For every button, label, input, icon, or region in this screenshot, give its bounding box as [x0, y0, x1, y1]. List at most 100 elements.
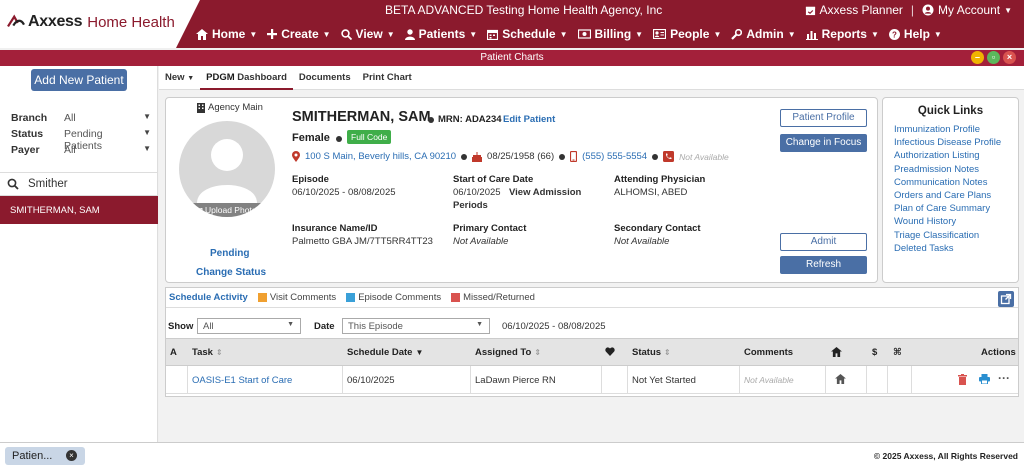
soc-label: Start of Care Date — [453, 174, 534, 185]
maximize-button[interactable]: ▫ — [987, 51, 1000, 64]
birthday-cake-icon — [472, 151, 483, 162]
col-attachment[interactable]: ⌘ — [893, 347, 902, 358]
col-assigned-to[interactable]: Assigned To ⇕ — [475, 347, 541, 358]
map-pin-icon — [292, 151, 300, 162]
secondary-contact-label: Secondary Contact — [614, 223, 701, 234]
search-icon — [340, 28, 352, 40]
cell-divider — [866, 366, 867, 394]
col-home[interactable] — [831, 347, 842, 360]
col-a[interactable]: A — [170, 347, 177, 358]
separator-dot — [428, 117, 434, 123]
quick-link[interactable]: Immunization Profile — [894, 123, 1018, 136]
quick-links-list: Immunization Profile Infectious Disease … — [894, 123, 1018, 255]
branch-filter[interactable]: Branch All ▼ — [11, 112, 151, 124]
assigned-to: LaDawn Pierce RN — [475, 375, 556, 386]
refresh-button[interactable]: Refresh — [780, 256, 867, 274]
tab-pdgm-dashboard[interactable]: PDGM Dashboard — [200, 66, 293, 90]
nav-schedule[interactable]: Schedule ▼ — [483, 25, 571, 43]
close-tab-icon[interactable]: × — [66, 450, 77, 461]
search-icon — [7, 178, 19, 190]
search-input[interactable]: Smither — [28, 178, 68, 190]
close-button[interactable]: × — [1003, 51, 1016, 64]
separator: | — [910, 3, 915, 17]
schedule-date: 06/10/2025 — [347, 375, 395, 386]
address-link[interactable]: 100 S Main, Beverly hills, CA 90210 — [305, 151, 456, 162]
nav-view[interactable]: View ▼ — [337, 25, 399, 43]
quick-link[interactable]: Deleted Tasks — [894, 242, 1018, 255]
add-new-patient-button[interactable]: Add New Patient — [31, 69, 127, 91]
quick-link[interactable]: Triage Classification — [894, 229, 1018, 242]
change-in-focus-button[interactable]: Change in Focus — [780, 134, 867, 152]
tab-label: New — [165, 72, 185, 83]
admit-button[interactable]: Admit — [780, 233, 867, 251]
col-heart[interactable] — [605, 347, 615, 359]
col-task[interactable]: Task ⇕ — [192, 347, 223, 358]
external-link-button[interactable] — [998, 291, 1014, 307]
quick-links-title: Quick Links — [917, 105, 984, 117]
task-link[interactable]: OASIS-E1 Start of Care — [192, 375, 292, 386]
patient-list-item[interactable]: SMITHERMAN, SAM — [0, 196, 158, 224]
dropdown-arrow-icon: ▼ — [143, 112, 151, 121]
quick-link[interactable]: Preadmission Notes — [894, 163, 1018, 176]
filter-label: Payer — [11, 144, 40, 156]
quick-link[interactable]: Authorization Listing — [894, 149, 1018, 162]
patient-profile-button[interactable]: Patient Profile — [780, 109, 867, 127]
home-icon — [831, 347, 842, 357]
col-label: Assigned To — [475, 347, 532, 358]
schedule-table-header: A Task ⇕ Schedule Date ▼ Assigned To ⇕ Stat… — [166, 338, 1018, 366]
show-select[interactable]: All ▼ — [197, 318, 301, 334]
change-status-link[interactable]: Change Status — [196, 267, 266, 278]
col-schedule-date[interactable]: Schedule Date ▼ — [347, 347, 423, 358]
nav-patients[interactable]: Patients ▼ — [401, 25, 482, 43]
view-admission-periods-link-cont[interactable]: Periods — [453, 200, 488, 211]
quick-link[interactable]: Infectious Disease Profile — [894, 136, 1018, 149]
upload-photo-button[interactable]: ◘ Upload Photo — [179, 203, 275, 217]
nav-reports[interactable]: Reports ▼ — [802, 25, 883, 43]
episode-label: Episode — [292, 174, 329, 185]
col-status[interactable]: Status ⇕ — [632, 347, 671, 358]
delete-button[interactable] — [958, 374, 967, 388]
edit-patient-link[interactable]: Edit Patient — [503, 114, 555, 125]
separator-dot — [559, 153, 566, 160]
tab-documents[interactable]: Documents — [293, 66, 357, 90]
payer-filter[interactable]: Payer All ▼ — [11, 144, 151, 156]
more-actions-button[interactable]: ··· — [998, 371, 1010, 385]
schedule-activity-title[interactable]: Schedule Activity — [169, 292, 248, 303]
minimize-button[interactable]: – — [971, 51, 984, 64]
task-status: Not Yet Started — [632, 375, 696, 386]
contact-row: 100 S Main, Beverly hills, CA 90210 08/2… — [292, 151, 729, 162]
date-value: This Episode — [348, 321, 403, 332]
col-comments[interactable]: Comments — [744, 347, 793, 358]
date-select[interactable]: This Episode ▼ — [342, 318, 490, 334]
phone-link[interactable]: (555) 555-5554 — [582, 151, 647, 162]
nav-create[interactable]: Create ▼ — [263, 25, 334, 43]
planner-link[interactable]: Axxess Planner — [805, 3, 903, 17]
cell-divider — [601, 366, 602, 394]
cell-divider — [911, 366, 912, 394]
tab-new[interactable]: New ▼ — [159, 66, 200, 90]
caret-icon: ▼ — [787, 29, 796, 39]
nav-admin[interactable]: Admin ▼ — [727, 25, 799, 43]
nav-people[interactable]: People ▼ — [649, 25, 725, 43]
view-admission-periods-link[interactable]: View Admission — [509, 187, 581, 198]
quick-link[interactable]: Communication Notes — [894, 176, 1018, 189]
patient-info-card: Agency Main ◘ Upload Photo Pending Chang… — [165, 97, 878, 283]
print-button[interactable] — [979, 374, 990, 387]
quick-link[interactable]: Orders and Care Plans — [894, 189, 1018, 202]
nav-billing[interactable]: Billing ▼ — [574, 25, 648, 43]
alt-phone: Not Available — [679, 151, 729, 162]
trash-icon — [958, 374, 967, 385]
nav-home[interactable]: Home ▼ — [192, 25, 261, 43]
open-window-tab[interactable]: Patien... × — [5, 447, 85, 465]
tab-print-chart[interactable]: Print Chart — [357, 66, 418, 90]
filter-value: All — [64, 112, 76, 124]
agency-title: BETA ADVANCED Testing Home Health Agency… — [385, 3, 663, 17]
quick-link[interactable]: Wound History — [894, 215, 1018, 228]
nav-help[interactable]: ? Help ▼ — [885, 25, 946, 43]
axxess-logo[interactable]: Axxess Home Health — [6, 13, 175, 31]
col-billing-icon[interactable]: $ — [872, 347, 877, 358]
my-account-link[interactable]: My Account ▼ — [922, 3, 1012, 17]
patient-search[interactable]: Smither — [0, 172, 158, 196]
cell-divider — [187, 366, 188, 394]
quick-link[interactable]: Plan of Care Summary — [894, 202, 1018, 215]
